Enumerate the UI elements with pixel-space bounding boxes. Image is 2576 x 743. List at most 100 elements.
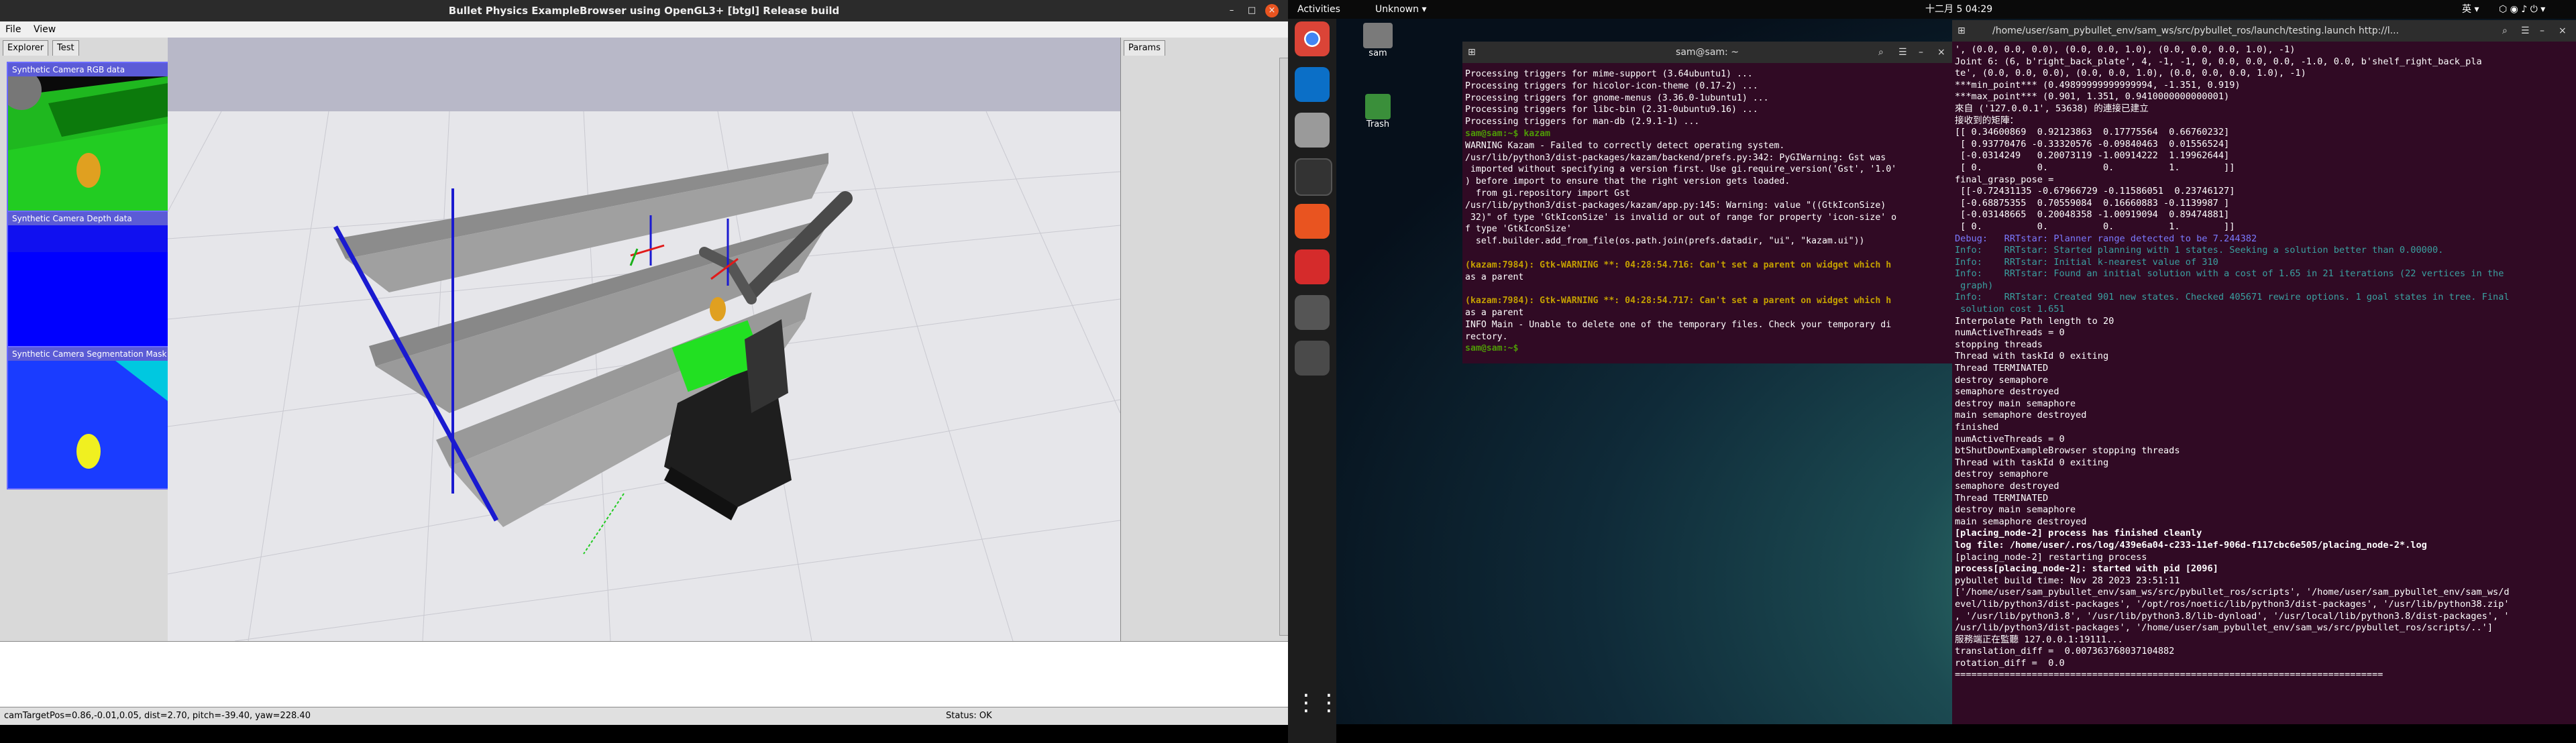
menu-icon[interactable]: ☰ (1898, 42, 1907, 63)
terminal2-line: Info: RRTstar: Started planning with 1 s… (1955, 245, 2444, 256)
terminal1-line: (kazam:7984): Gtk-WARNING **: 04:28:54.7… (1465, 260, 1892, 270)
activities-button[interactable]: Activities (1297, 0, 1340, 19)
menu-view[interactable]: View (34, 21, 56, 38)
terminal2-line: [placing_node-2] restarting process (1955, 551, 2147, 563)
menu-icon[interactable]: ☰ (2521, 20, 2530, 42)
terminal-kazam-output[interactable]: Processing triggers for mime-support (3.… (1465, 68, 1949, 363)
minimize-icon[interactable]: – (2540, 20, 2544, 42)
desktop-icon-label: sam (1368, 48, 1387, 58)
terminal-roslaunch[interactable]: ⊞ /home/user/sam_pybullet_env/sam_ws/src… (1952, 20, 2576, 724)
terminal2-line: Debug: RRTstar: Planner range detected t… (1955, 233, 2257, 244)
terminal1-line: self.builder.add_from_file(os.path.join(… (1465, 236, 1865, 247)
terminal2-line: numActiveThreads = 0 (1955, 327, 2065, 339)
terminal1-line: 32)" of type 'GtkIconSize' is invalid or… (1465, 212, 1897, 223)
search-icon[interactable]: ⌕ (1878, 42, 1884, 63)
terminal2-line: , '/usr/lib/python3.8', '/usr/lib/python… (1955, 610, 2510, 622)
vscode-icon[interactable] (1295, 67, 1330, 102)
terminal2-line: destroy semaphore (1955, 469, 2049, 480)
terminal1-line: Processing triggers for libc-bin (2.31-0… (1465, 105, 1758, 115)
terminal1-line: f type 'GtkIconSize' (1465, 224, 1572, 235)
terminal2-line: numActiveThreads = 0 (1955, 433, 2065, 445)
tab-test[interactable]: Test (52, 40, 79, 56)
camera-status: camTargetPos=0.86,-0.01,0.05, dist=2.70,… (4, 711, 311, 721)
usb-icon[interactable] (1295, 341, 1330, 376)
clock[interactable]: 十二月 5 04:29 (1925, 0, 1992, 19)
folder-icon[interactable] (1295, 295, 1330, 330)
right-scrollbar[interactable] (1279, 58, 1289, 636)
terminal2-line: stopping threads (1955, 339, 2043, 350)
terminal1-line: ) before import to ensure that the right… (1465, 176, 1790, 187)
app-menu[interactable]: Unknown ▾ (1375, 0, 1426, 19)
terminal2-line: ***max_point*** (0.901, 1.351, 0.9410000… (1955, 91, 2230, 103)
terminal2-line: [ 0. 0. 0. 1. ]] (1955, 221, 2235, 232)
terminal2-line: Thread with taskId 0 exiting (1955, 457, 2109, 468)
bottom-panel (0, 641, 1288, 707)
terminal1-line: /usr/lib/python3/dist-packages/kazam/bac… (1465, 152, 1886, 163)
terminal-kazam[interactable]: sam@sam: ~ ⊞ ⌕ ☰ – × Processing triggers… (1462, 42, 1952, 363)
system-tray-icons[interactable]: ⬡ ◉ ♪ ⏻ ▾ (2499, 0, 2545, 19)
terminal2-line: ========================================… (1955, 669, 2383, 681)
terminal2-line: Thread TERMINATED (1955, 363, 2049, 374)
desktop-icon-trash[interactable]: Trash (1348, 94, 1407, 129)
trash-icon (1365, 94, 1391, 119)
terminal2-line: ['/home/user/sam_pybullet_env/sam_ws/src… (1955, 587, 2510, 598)
tab-params[interactable]: Params (1124, 40, 1165, 56)
terminal2-line: main semaphore destroyed (1955, 410, 2087, 421)
terminal1-line: rectory. (1465, 331, 1508, 342)
terminal-roslaunch-header: ⊞ /home/user/sam_pybullet_env/sam_ws/src… (1952, 20, 2576, 42)
terminal2-line: 來自 ('127.0.0.1', 53638) 的連接已建立 (1955, 103, 2149, 114)
terminal2-line: process[placing_node-2]: started with pi… (1955, 563, 2218, 575)
terminal1-line: Processing triggers for hicolor-icon-the… (1465, 80, 1758, 91)
terminal1-line: as a parent (1465, 307, 1524, 318)
right-panel: Params (1120, 38, 1289, 641)
terminal2-line: solution cost 1.651 (1955, 304, 2065, 315)
terminal1-line: Processing triggers for mime-support (3.… (1465, 69, 1753, 79)
terminal2-line: te', (0.0, 0.0, 0.0), (0.0, 0.0, 1.0), (… (1955, 68, 2306, 79)
menu-file[interactable]: File (5, 21, 21, 38)
desktop-icon-label: Trash (1366, 119, 1390, 129)
terminal1-line: INFO Main - Unable to delete one of the … (1465, 319, 1892, 330)
terminal2-line: [[-0.72431135 -0.67966729 -0.11586051 0.… (1955, 186, 2235, 197)
terminal2-line: Info: RRTstar: Found an initial solution… (1955, 268, 2504, 280)
left-panel: Explorer Test Synthetic Camera RGB data … (0, 38, 169, 641)
terminal-icon[interactable] (1295, 158, 1332, 196)
terminal2-line: [ 0. 0. 0. 1. ]] (1955, 162, 2235, 173)
bullet-window: Bullet Physics ExampleBrowser using Open… (0, 0, 1289, 725)
terminal-roslaunch-output[interactable]: ', (0.0, 0.0, 0.0), (0.0, 0.0, 1.0), (0.… (1955, 44, 2572, 722)
terminal2-line: Joint 6: (6, b'right_back_plate', 4, -1,… (1955, 56, 2482, 67)
terminal2-line: main semaphore destroyed (1955, 516, 2087, 527)
close-button[interactable]: × (1265, 4, 1279, 17)
search-icon[interactable]: ⌕ (2502, 20, 2508, 42)
status-bar: camTargetPos=0.86,-0.01,0.05, dist=2.70,… (0, 707, 1288, 725)
files-icon[interactable] (1295, 113, 1330, 148)
terminal1-line: from gi.repository import Gst (1465, 188, 1631, 198)
3d-viewport[interactable] (168, 38, 1120, 641)
terminal2-line: destroy main semaphore (1955, 504, 2076, 516)
maximize-button[interactable]: □ (1245, 4, 1258, 17)
close-icon[interactable]: × (2559, 20, 2567, 42)
minimize-icon[interactable]: – (1919, 42, 1923, 63)
terminal-roslaunch-title: /home/user/sam_pybullet_env/sam_ws/src/p… (1992, 25, 2400, 36)
new-tab-icon[interactable]: ⊞ (1468, 42, 1476, 63)
bullet-menubar: File View (0, 21, 1288, 38)
camera-segmentation-image (8, 361, 168, 488)
desktop-icon-home[interactable]: sam (1348, 23, 1407, 58)
terminal2-line: Info: RRTstar: Initial k-nearest value o… (1955, 256, 2218, 268)
terminal2-line: Thread TERMINATED (1955, 492, 2049, 504)
close-icon[interactable]: × (1937, 42, 1945, 63)
tab-explorer[interactable]: Explorer (3, 40, 49, 56)
rdp-icon[interactable] (1295, 249, 1330, 284)
terminal1-line: as a parent (1465, 272, 1524, 282)
terminal1-line: /usr/lib/python3/dist-packages/kazam/app… (1465, 200, 1886, 211)
terminal2-line: destroy main semaphore (1955, 398, 2076, 409)
keyboard-layout[interactable]: 英 ▾ (2462, 0, 2479, 19)
bullet-titlebar: Bullet Physics ExampleBrowser using Open… (0, 0, 1288, 21)
new-tab-icon[interactable]: ⊞ (1957, 20, 1966, 42)
terminal1-line: sam@sam:~$ kazam (1465, 128, 1551, 139)
camera-depth-image (8, 225, 168, 346)
minimize-button[interactable]: – (1225, 4, 1238, 17)
app-center-icon[interactable] (1295, 204, 1330, 239)
apps-grid-icon[interactable]: ⋮⋮ (1295, 685, 1340, 720)
terminal2-line: Interpolate Path length to 20 (1955, 315, 2114, 327)
chrome-icon[interactable] (1295, 21, 1330, 56)
